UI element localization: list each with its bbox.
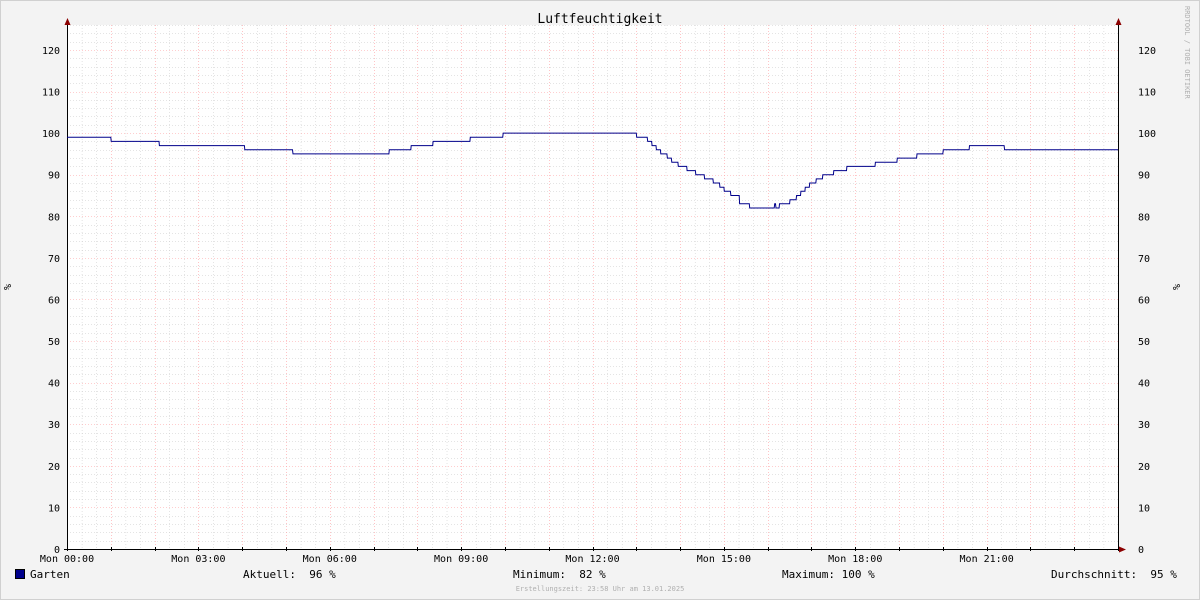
y-tick-label: 40 (1138, 379, 1150, 390)
legend: Garten Aktuell: 96 % Minimum: 82 % Maxim… (0, 566, 1200, 584)
y-tick-label: 80 (1138, 212, 1150, 223)
y-axis-label-left: % (3, 284, 14, 290)
x-tick-label: Mon 12:00 (565, 554, 619, 565)
chart-canvas: 0 10 20 30 40 50 60 70 80 90 100 110 120 0 10 20 30 40 50… (0, 0, 1200, 600)
y-tick-label: 70 (48, 254, 60, 265)
humidity-chart: 0 10 20 30 40 50 60 70 80 90 100 110 120 0 10 20 30 40 50… (0, 0, 1200, 600)
creation-time: Erstellungszeit: 23:58 Uhr am 13.01.2025 (515, 585, 685, 593)
y-tick-label: 100 (1138, 129, 1156, 140)
x-tick-label: Mon 15:00 (697, 554, 751, 565)
y-tick-label: 110 (42, 88, 60, 99)
y-tick-label: 90 (1138, 171, 1150, 182)
x-axis-arrow (1119, 546, 1126, 553)
legend-swatch (15, 569, 25, 579)
y-tick-label: 20 (1138, 462, 1150, 473)
y-tick-label: 90 (48, 171, 60, 182)
y-tick-label: 10 (48, 503, 60, 514)
y-tick-label: 120 (42, 46, 60, 57)
rrdtool-credit: RRDTOOL / TOBI OETIKER (1183, 6, 1191, 99)
x-tick-label: Mon 06:00 (303, 554, 357, 565)
x-tick-label: Mon 03:00 (171, 554, 225, 565)
y-tick-label: 50 (48, 337, 60, 348)
x-tick-label: Mon 00:00 (40, 554, 94, 565)
y-tick-labels-left: 0102030405060708090100110120 (42, 46, 60, 556)
y-tick-label: 100 (42, 129, 60, 140)
y-tick-label: 0 (1138, 545, 1144, 556)
y-tick-label: 110 (1138, 88, 1156, 99)
y-tick-label: 30 (48, 420, 60, 431)
y-tick-label: 70 (1138, 254, 1150, 265)
x-tick-label: Mon 09:00 (434, 554, 488, 565)
plot-area (67, 25, 1118, 549)
legend-maximum: Maximum: 100 % (782, 568, 875, 581)
y-tick-label: 30 (1138, 420, 1150, 431)
y-axis-label-right: % (1172, 284, 1183, 290)
y-tick-label: 80 (48, 212, 60, 223)
y-axis-arrow-left (64, 18, 71, 25)
y-tick-label: 50 (1138, 337, 1150, 348)
y-tick-label: 60 (48, 295, 60, 306)
y-tick-label: 120 (1138, 46, 1156, 57)
legend-aktuell: Aktuell: 96 % (243, 568, 336, 581)
x-tick-label: Mon 18:00 (828, 554, 882, 565)
y-axis-arrow-right (1115, 18, 1122, 25)
chart-title: Luftfeuchtigkeit (537, 12, 662, 27)
y-tick-label: 60 (1138, 295, 1150, 306)
legend-minimum: Minimum: 82 % (513, 568, 606, 581)
legend-series-label: Garten (30, 568, 70, 581)
y-tick-label: 10 (1138, 503, 1150, 514)
x-tick-label: Mon 21:00 (960, 554, 1014, 565)
y-tick-label: 20 (48, 462, 60, 473)
y-tick-labels-right: 0 10 20 30 40 50 60 70 80 90 100 110 120 (1138, 46, 1156, 556)
x-tick-labels: Mon 00:00 Mon 03:00 Mon 06:00 Mon 09:00 Mon … (40, 554, 1014, 565)
y-tick-label: 40 (48, 379, 60, 390)
legend-durchschnitt: Durchschnitt: 95 % (1051, 568, 1177, 581)
